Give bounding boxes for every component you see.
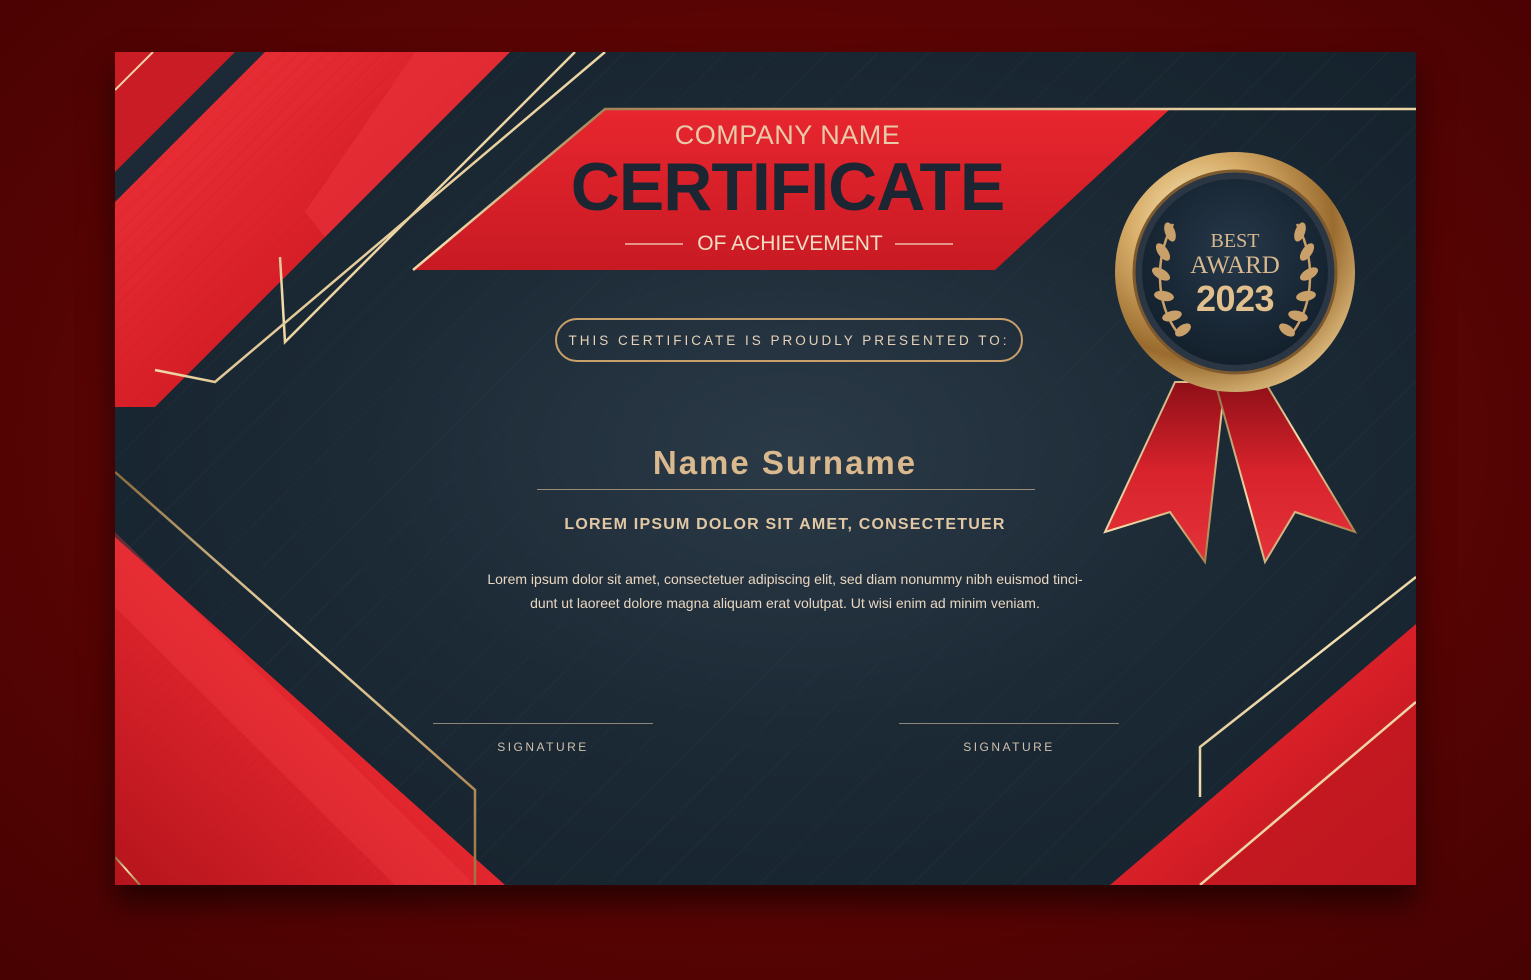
body-line-1: Lorem ipsum dolor sit amet, consectetuer… [487, 571, 1083, 587]
signature-label-right: SIGNATURE [963, 740, 1055, 754]
recipient-name: Name Surname [652, 444, 918, 481]
badge-year-text: 2023 [1195, 278, 1275, 319]
signature-label-left: SIGNATURE [497, 740, 589, 754]
body-line-2: dunt ut laoreet dolore magna aliquam era… [530, 595, 1040, 611]
certificate-title: CERTIFICATE [570, 149, 1006, 225]
certificate-headline: LOREM IPSUM DOLOR SIT AMET, CONSECTETUER [564, 516, 1006, 533]
company-name: COMPANY NAME [674, 120, 901, 150]
certificate-card: COMPANY NAME CERTIFICATE OF ACHIEVEMENT … [115, 52, 1416, 885]
signature-line-right [899, 723, 1119, 724]
badge-award-text: AWARD [1190, 252, 1280, 279]
certificate-body: Lorem ipsum dolor sit amet, consectetuer… [445, 567, 1125, 615]
name-underline [537, 489, 1035, 490]
presented-to-label: THIS CERTIFICATE IS PROUDLY PRESENTED TO… [568, 333, 1010, 348]
certificate-subtitle: OF ACHIEVEMENT [697, 232, 883, 255]
signature-line-left [433, 723, 653, 724]
badge-best-text: BEST [1210, 230, 1260, 252]
